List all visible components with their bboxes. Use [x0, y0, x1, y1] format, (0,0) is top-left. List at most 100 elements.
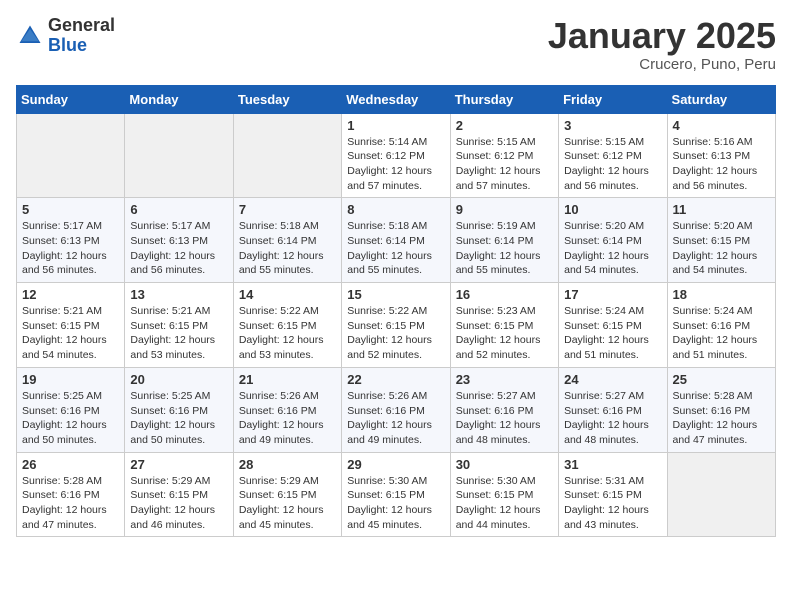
day-number: 10: [564, 202, 661, 217]
calendar-table: SundayMondayTuesdayWednesdayThursdayFrid…: [16, 85, 776, 538]
calendar-cell: 25Sunrise: 5:28 AM Sunset: 6:16 PM Dayli…: [667, 367, 775, 452]
day-info: Sunrise: 5:20 AM Sunset: 6:14 PM Dayligh…: [564, 219, 661, 278]
calendar-cell: 7 Sunrise: 5:18 AM Sunset: 6:14 PM Daylig…: [233, 198, 341, 283]
day-info: Sunrise: 5:24 AM Sunset: 6:15 PM Dayligh…: [564, 304, 661, 363]
day-info: Sunrise: 5:25 AM Sunset: 6:16 PM Dayligh…: [22, 389, 119, 448]
day-number: 29: [347, 457, 444, 472]
day-number: 27: [130, 457, 227, 472]
day-number: 25: [673, 372, 770, 387]
calendar-cell: 13 Sunrise: 5:21 AM Sunset: 6:15 PM Dayli…: [125, 283, 233, 368]
day-info: Sunrise: 5:27 AM Sunset: 6:16 PM Dayligh…: [564, 389, 661, 448]
day-number: 20: [130, 372, 227, 387]
day-info: Sunrise: 5:27 AM Sunset: 6:16 PM Dayligh…: [456, 389, 553, 448]
logo-text: General Blue: [48, 16, 115, 56]
day-info: Sunrise: 5:14 AM Sunset: 6:12 PM Dayligh…: [347, 135, 444, 194]
calendar-cell: 17 Sunrise: 5:24 AM Sunset: 6:15 PM Dayli…: [559, 283, 667, 368]
column-header-wednesday: Wednesday: [342, 85, 450, 113]
day-number: 4: [673, 118, 770, 133]
calendar-cell: 31Sunrise: 5:31 AM Sunset: 6:15 PM Dayli…: [559, 452, 667, 537]
calendar-cell: 21Sunrise: 5:26 AM Sunset: 6:16 PM Dayli…: [233, 367, 341, 452]
day-info: Sunrise: 5:28 AM Sunset: 6:16 PM Dayligh…: [22, 474, 119, 533]
day-info: Sunrise: 5:30 AM Sunset: 6:15 PM Dayligh…: [347, 474, 444, 533]
column-header-sunday: Sunday: [17, 85, 125, 113]
day-number: 30: [456, 457, 553, 472]
column-header-saturday: Saturday: [667, 85, 775, 113]
calendar-cell: 20Sunrise: 5:25 AM Sunset: 6:16 PM Dayli…: [125, 367, 233, 452]
calendar-header-row: SundayMondayTuesdayWednesdayThursdayFrid…: [17, 85, 776, 113]
calendar-week-row: 5Sunrise: 5:17 AM Sunset: 6:13 PM Daylig…: [17, 198, 776, 283]
logo-general-text: General: [48, 16, 115, 36]
day-info: Sunrise: 5:22 AM Sunset: 6:15 PM Dayligh…: [347, 304, 444, 363]
day-info: Sunrise: 5:16 AM Sunset: 6:13 PM Dayligh…: [673, 135, 770, 194]
day-info: Sunrise: 5:21 AM Sunset: 6:15 PM Dayligh…: [22, 304, 119, 363]
day-number: 23: [456, 372, 553, 387]
calendar-week-row: 1Sunrise: 5:14 AM Sunset: 6:12 PM Daylig…: [17, 113, 776, 198]
day-number: 18: [673, 287, 770, 302]
day-info: Sunrise: 5:18 AM Sunset: 6:14 PM Dayligh…: [239, 219, 336, 278]
day-number: 11: [673, 202, 770, 217]
calendar-cell: 27 Sunrise: 5:29 AM Sunset: 6:15 PM Dayli…: [125, 452, 233, 537]
day-info: Sunrise: 5:29 AM Sunset: 6:15 PM Dayligh…: [239, 474, 336, 533]
day-info: Sunrise: 5:20 AM Sunset: 6:15 PM Dayligh…: [673, 219, 770, 278]
calendar-cell: 2Sunrise: 5:15 AM Sunset: 6:12 PM Daylig…: [450, 113, 558, 198]
calendar-cell: 11 Sunrise: 5:20 AM Sunset: 6:15 PM Dayli…: [667, 198, 775, 283]
calendar-cell: 19Sunrise: 5:25 AM Sunset: 6:16 PM Dayli…: [17, 367, 125, 452]
calendar-cell: 10 Sunrise: 5:20 AM Sunset: 6:14 PM Dayli…: [559, 198, 667, 283]
calendar-cell: 9 Sunrise: 5:19 AM Sunset: 6:14 PM Daylig…: [450, 198, 558, 283]
calendar-cell: 15 Sunrise: 5:22 AM Sunset: 6:15 PM Dayli…: [342, 283, 450, 368]
day-number: 28: [239, 457, 336, 472]
calendar-week-row: 26Sunrise: 5:28 AM Sunset: 6:16 PM Dayli…: [17, 452, 776, 537]
column-header-thursday: Thursday: [450, 85, 558, 113]
day-number: 24: [564, 372, 661, 387]
day-number: 13: [130, 287, 227, 302]
calendar-cell: [125, 113, 233, 198]
day-number: 7: [239, 202, 336, 217]
day-info: Sunrise: 5:30 AM Sunset: 6:15 PM Dayligh…: [456, 474, 553, 533]
day-info: Sunrise: 5:17 AM Sunset: 6:13 PM Dayligh…: [22, 219, 119, 278]
day-info: Sunrise: 5:15 AM Sunset: 6:12 PM Dayligh…: [564, 135, 661, 194]
day-number: 2: [456, 118, 553, 133]
logo-blue-text: Blue: [48, 36, 115, 56]
calendar-cell: 26Sunrise: 5:28 AM Sunset: 6:16 PM Dayli…: [17, 452, 125, 537]
calendar-cell: [17, 113, 125, 198]
column-header-monday: Monday: [125, 85, 233, 113]
day-number: 9: [456, 202, 553, 217]
calendar-cell: 12Sunrise: 5:21 AM Sunset: 6:15 PM Dayli…: [17, 283, 125, 368]
day-info: Sunrise: 5:22 AM Sunset: 6:15 PM Dayligh…: [239, 304, 336, 363]
calendar-cell: 14 Sunrise: 5:22 AM Sunset: 6:15 PM Dayli…: [233, 283, 341, 368]
day-info: Sunrise: 5:26 AM Sunset: 6:16 PM Dayligh…: [347, 389, 444, 448]
calendar-cell: 4 Sunrise: 5:16 AM Sunset: 6:13 PM Daylig…: [667, 113, 775, 198]
calendar-cell: [667, 452, 775, 537]
day-info: Sunrise: 5:31 AM Sunset: 6:15 PM Dayligh…: [564, 474, 661, 533]
day-info: Sunrise: 5:21 AM Sunset: 6:15 PM Dayligh…: [130, 304, 227, 363]
calendar-location: Crucero, Puno, Peru: [548, 56, 776, 73]
column-header-tuesday: Tuesday: [233, 85, 341, 113]
calendar-cell: 5Sunrise: 5:17 AM Sunset: 6:13 PM Daylig…: [17, 198, 125, 283]
day-number: 14: [239, 287, 336, 302]
calendar-cell: 30 Sunrise: 5:30 AM Sunset: 6:15 PM Dayli…: [450, 452, 558, 537]
day-info: Sunrise: 5:23 AM Sunset: 6:15 PM Dayligh…: [456, 304, 553, 363]
calendar-cell: 6Sunrise: 5:17 AM Sunset: 6:13 PM Daylig…: [125, 198, 233, 283]
calendar-week-row: 12Sunrise: 5:21 AM Sunset: 6:15 PM Dayli…: [17, 283, 776, 368]
calendar-cell: 3Sunrise: 5:15 AM Sunset: 6:12 PM Daylig…: [559, 113, 667, 198]
calendar-cell: 24 Sunrise: 5:27 AM Sunset: 6:16 PM Dayli…: [559, 367, 667, 452]
logo: General Blue: [16, 16, 115, 56]
day-info: Sunrise: 5:19 AM Sunset: 6:14 PM Dayligh…: [456, 219, 553, 278]
column-header-friday: Friday: [559, 85, 667, 113]
calendar-cell: 28 Sunrise: 5:29 AM Sunset: 6:15 PM Dayli…: [233, 452, 341, 537]
day-number: 22: [347, 372, 444, 387]
calendar-cell: 23 Sunrise: 5:27 AM Sunset: 6:16 PM Dayli…: [450, 367, 558, 452]
calendar-cell: [233, 113, 341, 198]
day-info: Sunrise: 5:24 AM Sunset: 6:16 PM Dayligh…: [673, 304, 770, 363]
day-number: 8: [347, 202, 444, 217]
calendar-title: January 2025: [548, 16, 776, 56]
day-number: 17: [564, 287, 661, 302]
day-info: Sunrise: 5:26 AM Sunset: 6:16 PM Dayligh…: [239, 389, 336, 448]
calendar-cell: 18 Sunrise: 5:24 AM Sunset: 6:16 PM Dayli…: [667, 283, 775, 368]
calendar-week-row: 19Sunrise: 5:25 AM Sunset: 6:16 PM Dayli…: [17, 367, 776, 452]
calendar-cell: 8Sunrise: 5:18 AM Sunset: 6:14 PM Daylig…: [342, 198, 450, 283]
calendar-cell: 16Sunrise: 5:23 AM Sunset: 6:15 PM Dayli…: [450, 283, 558, 368]
day-info: Sunrise: 5:17 AM Sunset: 6:13 PM Dayligh…: [130, 219, 227, 278]
day-info: Sunrise: 5:29 AM Sunset: 6:15 PM Dayligh…: [130, 474, 227, 533]
day-number: 15: [347, 287, 444, 302]
